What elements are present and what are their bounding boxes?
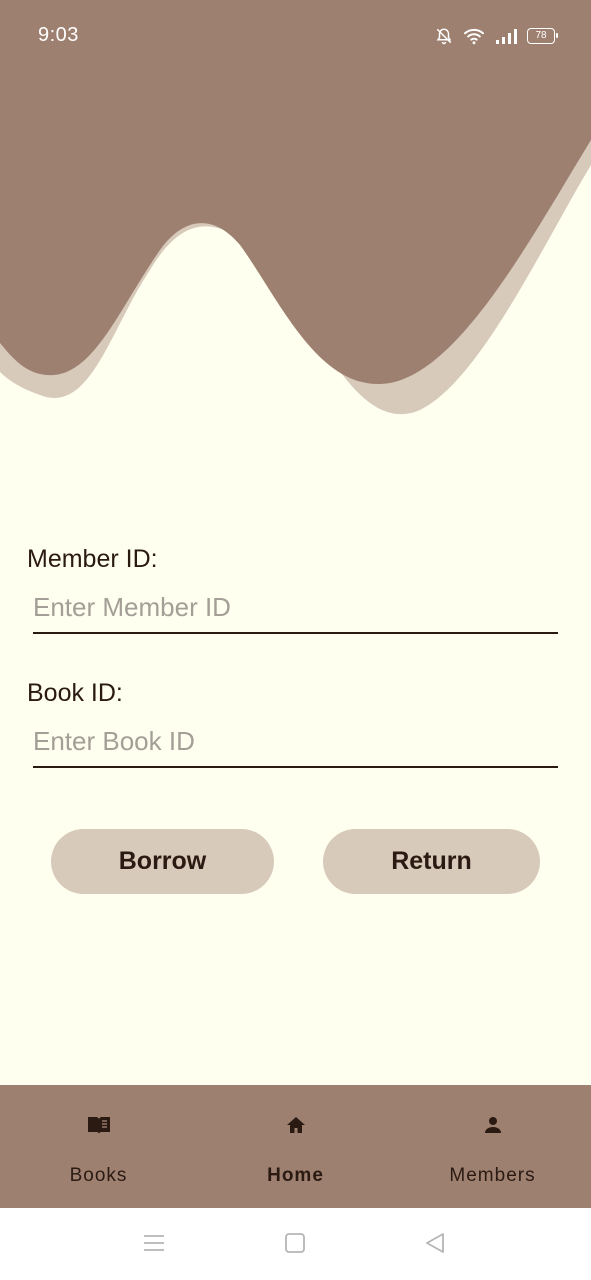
status-icons: 78 xyxy=(435,24,558,48)
menu-icon[interactable] xyxy=(143,1232,165,1254)
book-id-input[interactable] xyxy=(33,722,558,768)
back-triangle-icon[interactable] xyxy=(424,1232,446,1254)
home-square-icon[interactable] xyxy=(284,1232,306,1254)
book-id-label: Book ID: xyxy=(27,679,123,707)
nav-label-members: Members xyxy=(449,1165,536,1186)
status-bar: 9:03 78 xyxy=(0,0,591,72)
nav-item-members[interactable]: Members xyxy=(394,1085,591,1208)
battery-level: 78 xyxy=(535,30,547,41)
bottom-navigation: Books Home Members xyxy=(0,1085,591,1208)
nav-item-home[interactable]: Home xyxy=(197,1085,394,1208)
member-id-input[interactable] xyxy=(33,588,558,634)
battery-icon: 78 xyxy=(527,28,558,44)
book-icon xyxy=(87,1114,111,1136)
member-id-label: Member ID: xyxy=(27,545,158,573)
home-icon xyxy=(284,1114,308,1136)
status-time: 9:03 xyxy=(38,24,79,46)
signal-icon xyxy=(496,29,517,44)
system-navigation-bar xyxy=(0,1208,591,1280)
bell-off-icon xyxy=(436,28,452,45)
nav-label-books: Books xyxy=(69,1165,128,1186)
nav-item-books[interactable]: Books xyxy=(0,1085,197,1208)
borrow-button[interactable]: Borrow xyxy=(51,829,274,894)
wifi-icon xyxy=(464,28,484,45)
person-icon xyxy=(481,1114,505,1136)
nav-label-home: Home xyxy=(267,1165,324,1186)
return-button[interactable]: Return xyxy=(323,829,540,894)
